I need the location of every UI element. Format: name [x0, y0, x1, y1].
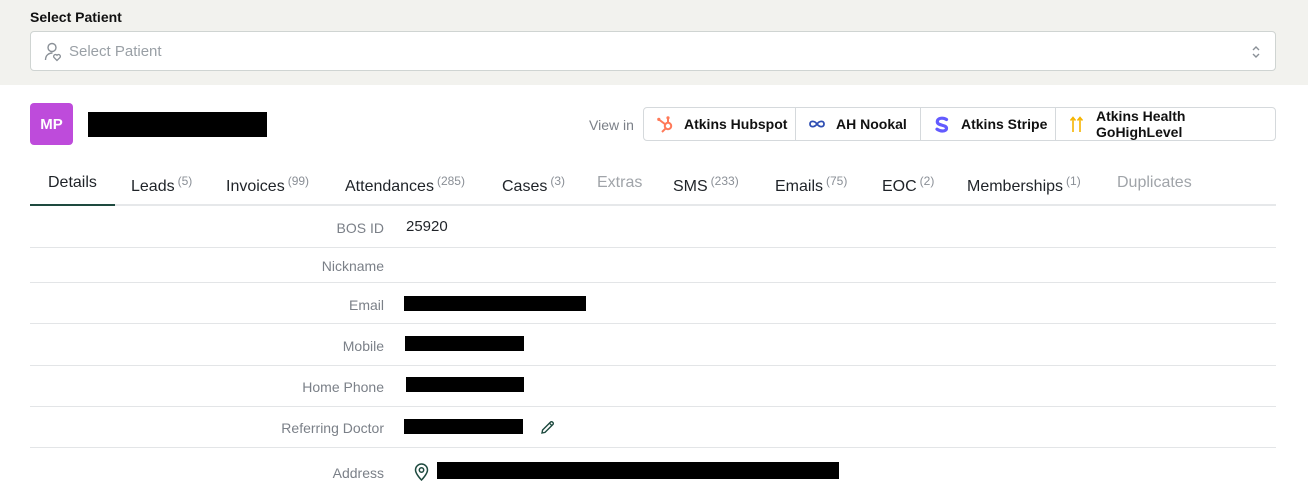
tab-attendances-label: Attendances [345, 178, 434, 195]
select-patient-section: Select Patient Select Patient [0, 0, 1308, 85]
external-links-group: Atkins Hubspot AH Nookal Atkins Stripe A… [643, 107, 1276, 141]
detail-row-referring-doctor: Referring Doctor [30, 407, 1276, 448]
mobile-value-redacted [405, 336, 524, 351]
address-label: Address [332, 465, 384, 481]
select-patient-dropdown[interactable]: Select Patient [30, 31, 1276, 71]
tab-extras-label: Extras [597, 174, 643, 191]
tab-eoc[interactable]: EOC (2) [882, 174, 934, 196]
tab-details[interactable]: Details [30, 174, 115, 206]
atkins-hubspot-button[interactable]: Atkins Hubspot [644, 108, 796, 140]
detail-row-home-phone: Home Phone [30, 366, 1276, 407]
detail-row-nickname: Nickname [30, 248, 1276, 283]
tab-memberships[interactable]: Memberships (1) [967, 174, 1081, 196]
hubspot-icon [655, 114, 675, 134]
tab-invoices-label: Invoices [226, 178, 285, 195]
tab-emails-count: (75) [826, 174, 848, 188]
tab-eoc-label: EOC [882, 178, 917, 195]
tab-sms-count: (233) [710, 174, 739, 188]
ah-nookal-label: AH Nookal [836, 116, 907, 132]
referring-doctor-value-redacted [404, 419, 523, 434]
atkins-health-gohighlevel-label: Atkins Health GoHighLevel [1096, 108, 1186, 140]
tab-extras[interactable]: Extras [597, 174, 642, 192]
tab-duplicates[interactable]: Duplicates [1117, 174, 1192, 192]
home-phone-label: Home Phone [302, 379, 384, 395]
tab-eoc-count: (2) [919, 174, 935, 188]
detail-row-address: Address [30, 448, 1276, 493]
detail-row-email: Email [30, 283, 1276, 324]
nickname-label: Nickname [321, 258, 384, 274]
home-phone-value-redacted [406, 377, 524, 392]
tab-emails[interactable]: Emails (75) [775, 174, 847, 196]
tab-invoices-count: (99) [287, 174, 310, 188]
tab-attendances[interactable]: Attendances (285) [345, 174, 465, 196]
tab-invoices[interactable]: Invoices (99) [226, 174, 309, 196]
tab-attendances-count: (285) [436, 174, 465, 188]
email-value-redacted [404, 296, 586, 311]
detail-row-bos-id: BOS ID 25920 [30, 206, 1276, 248]
detail-row-mobile: Mobile [30, 324, 1276, 366]
tab-sms[interactable]: SMS (233) [673, 174, 739, 196]
tab-cases-count: (3) [550, 174, 566, 188]
tab-memberships-label: Memberships [967, 178, 1064, 195]
view-in-label: View in [589, 117, 634, 133]
tab-duplicates-label: Duplicates [1117, 174, 1192, 191]
referring-doctor-label: Referring Doctor [281, 420, 384, 436]
patient-avatar: MP [30, 103, 73, 145]
tab-details-label: Details [48, 174, 97, 191]
mobile-label: Mobile [342, 338, 384, 354]
email-label: Email [348, 297, 384, 313]
infinity-icon [807, 114, 827, 134]
tab-cases-label: Cases [502, 178, 548, 195]
select-patient-placeholder: Select Patient [69, 43, 162, 60]
patient-tabs: Details Leads (5) Invoices (99) Attendance… [30, 164, 1276, 206]
tab-cases[interactable]: Cases (3) [502, 174, 565, 196]
address-value-redacted [437, 462, 839, 479]
ah-nookal-button[interactable]: AH Nookal [796, 108, 921, 140]
bos-id-value: 25920 [406, 218, 448, 235]
atkins-hubspot-label: Atkins Hubspot [684, 116, 788, 132]
atkins-health-gohighlevel-button[interactable]: Atkins Health GoHighLevel [1056, 108, 1275, 140]
select-patient-label: Select Patient [30, 9, 122, 25]
chevron-up-down-icon [1252, 46, 1260, 58]
gohighlevel-icon [1067, 114, 1087, 134]
pencil-edit-icon[interactable] [540, 420, 555, 435]
tab-sms-label: SMS [673, 178, 708, 195]
patient-name-redacted [88, 112, 267, 137]
atkins-stripe-label: Atkins Stripe [961, 116, 1048, 132]
tab-memberships-count: (1) [1066, 174, 1081, 188]
tab-leads-count: (5) [177, 174, 193, 188]
stripe-icon [932, 114, 952, 134]
user-heart-icon [44, 42, 61, 62]
tab-emails-label: Emails [775, 178, 824, 195]
tab-leads[interactable]: Leads (5) [131, 174, 192, 196]
bos-id-label: BOS ID [336, 220, 384, 236]
tab-leads-label: Leads [131, 178, 175, 195]
map-pin-icon [414, 463, 429, 481]
atkins-stripe-button[interactable]: Atkins Stripe [921, 108, 1056, 140]
